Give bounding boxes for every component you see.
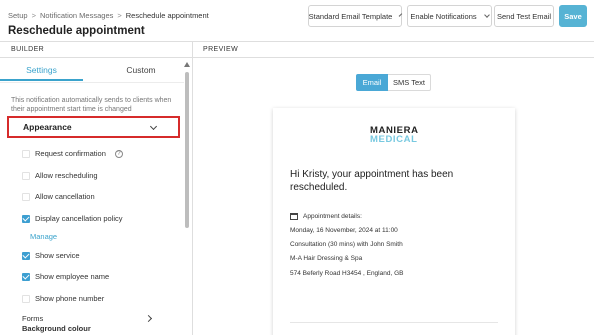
option-show-phone-number[interactable]: Show phone number [22,294,104,303]
breadcrumb-current: Reschedule appointment [125,11,209,20]
appointment-details-label: Appointment details: [303,213,362,220]
preview-section-label: PREVIEW [203,46,239,53]
preview-mode-email[interactable]: Email [356,74,388,91]
tabs-divider [0,82,184,83]
email-template-dropdown[interactable]: Standard Email Template [308,5,403,27]
option-request-confirmation[interactable]: Request confirmation ? [22,149,123,158]
option-display-cancellation-policy[interactable]: Display cancellation policy [22,214,123,223]
option-label: Allow cancellation [35,192,95,201]
option-allow-cancellation[interactable]: Allow cancellation [22,192,95,201]
scroll-up-arrow-icon[interactable] [184,62,190,67]
calendar-icon [290,213,298,220]
appointment-details-heading: Appointment details: [290,213,362,220]
header-divider [0,41,594,42]
email-preview-card: MANIERA MEDICAL Hi Kristy, your appointm… [273,108,515,335]
builder-section-label: BUILDER [11,46,45,53]
option-label: Request confirmation [35,149,106,158]
checkbox-checked[interactable] [22,214,30,223]
location-name: M-A Hair Dressing & Spa [290,255,363,262]
breadcrumb-notification-messages[interactable]: Notification Messages [40,11,113,20]
breadcrumb-separator: > [117,11,122,20]
location-address: 574 Beferly Road H3454 , England, GB [290,270,404,277]
scrollbar-thumb[interactable] [185,72,189,228]
background-colour-label: Background colour [22,324,91,333]
section-divider [0,57,594,58]
tab-custom[interactable]: Custom [98,64,184,81]
checkbox-checked[interactable] [22,251,30,260]
forms-section-toggle[interactable]: Forms [22,314,43,323]
manage-link[interactable]: Manage [30,232,57,241]
chevron-down-icon [149,122,158,131]
checkbox-checked[interactable] [22,272,30,281]
page-title: Reschedule appointment [8,25,145,37]
checkbox[interactable] [22,192,30,201]
breadcrumb-setup[interactable]: Setup [8,11,28,20]
logo-subtext: MEDICAL [370,134,418,145]
appearance-label: Appearance [23,122,72,132]
appointment-service: Consultation (30 mins) with John Smith [290,241,403,248]
preview-mode-sms[interactable]: SMS Text [388,74,431,91]
send-test-email-button[interactable]: Send Test Email [494,5,554,27]
appearance-section-toggle[interactable]: Appearance [7,116,180,138]
chevron-down-icon [399,12,403,17]
option-label: Display cancellation policy [35,214,123,223]
breadcrumb-separator: > [31,11,36,20]
help-icon[interactable]: ? [114,149,123,158]
option-label: Show service [35,251,80,260]
chevron-down-icon [483,11,490,18]
breadcrumb: Setup > Notification Messages > Reschedule a… [8,11,209,20]
option-label: Show employee name [35,272,110,281]
email-greeting: Hi Kristy, your appointment has been res… [290,169,454,193]
checkbox[interactable] [22,294,30,303]
enable-notifications-dropdown[interactable]: Enable Notifications [407,5,492,27]
option-show-service[interactable]: Show service [22,251,80,260]
save-button[interactable]: Save [559,5,587,27]
checkbox[interactable] [22,171,30,180]
panel-divider [192,41,193,335]
tab-settings[interactable]: Settings [0,64,83,81]
option-label: Show phone number [35,294,105,303]
option-label: Allow rescheduling [35,171,98,180]
chevron-right-icon[interactable] [144,314,153,323]
option-show-employee-name[interactable]: Show employee name [22,272,109,281]
email-footer-divider [290,322,498,323]
email-template-label: Standard Email Template [308,11,393,21]
enable-notifications-label: Enable Notifications [410,11,477,21]
option-allow-rescheduling[interactable]: Allow rescheduling [22,171,98,180]
top-bar: Setup > Notification Messages > Reschedule a… [0,0,594,40]
checkbox[interactable] [22,149,30,158]
appointment-date: Monday, 16 November, 2024 at 11:00 [290,227,398,234]
notification-info-text: This notification automatically sends to… [11,97,172,113]
